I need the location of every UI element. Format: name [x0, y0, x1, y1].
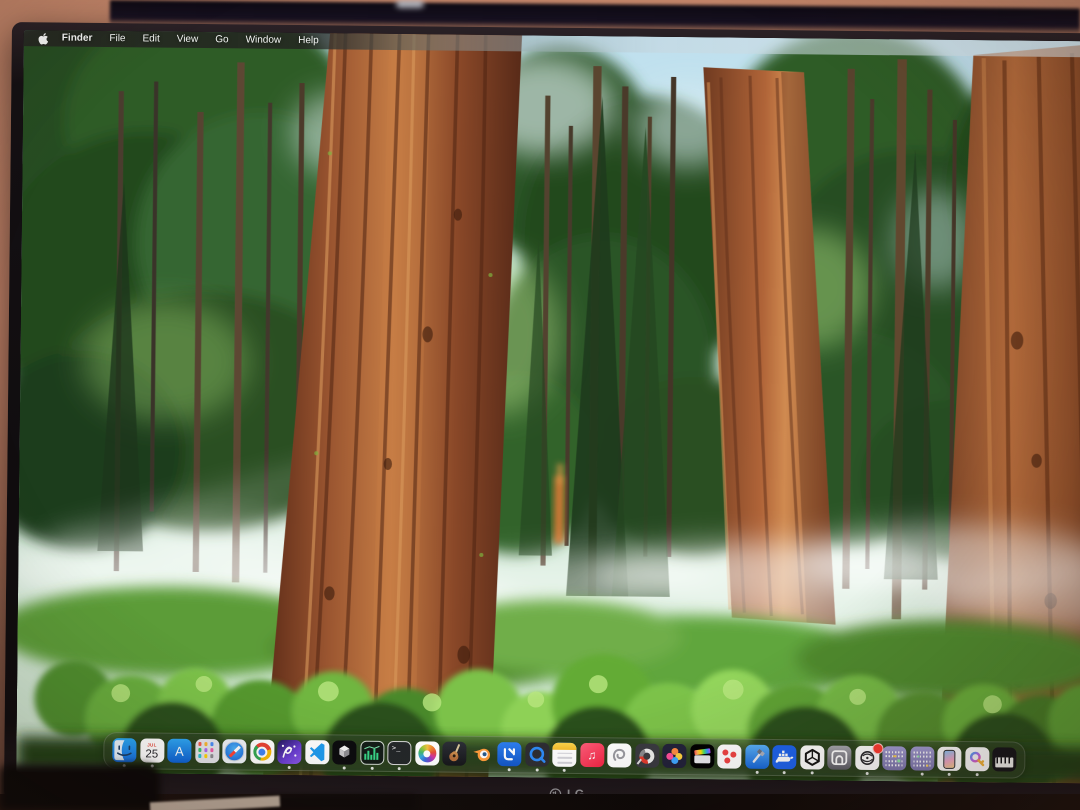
dock-item-photos[interactable] — [415, 741, 439, 765]
notes-icon — [552, 743, 576, 767]
dock-item-terminal-monitor[interactable] — [360, 741, 384, 765]
app-store-icon: A — [167, 739, 191, 763]
spiral-app-icon — [607, 743, 631, 767]
purple-scribble-app-icon — [277, 740, 301, 764]
dock-item-davinci-resolve[interactable] — [662, 744, 686, 768]
running-indicator — [563, 768, 566, 771]
dock-item-xcode[interactable] — [745, 745, 769, 769]
running-indicator — [398, 767, 401, 770]
quicktime-icon — [525, 742, 549, 766]
dock-item-iphone-mirroring[interactable] — [937, 747, 961, 771]
desk-object — [0, 764, 160, 810]
menu-item-help[interactable]: Help — [298, 33, 319, 49]
chatgpt-icon — [800, 745, 824, 769]
running-indicator — [865, 771, 868, 774]
dock-item-quicktime[interactable] — [525, 742, 549, 766]
photo-of-monitor: Finder File Edit View Go Window Help — [0, 0, 1080, 810]
passwords-icon — [965, 747, 989, 771]
terminal-prompt-glyph: >_ — [392, 745, 401, 752]
dock-item-launchpad[interactable] — [195, 739, 219, 763]
piano-keys-icon — [992, 747, 1016, 771]
garageband-icon — [442, 742, 466, 766]
menu-item-edit[interactable]: Edit — [142, 31, 159, 47]
photos-icon — [415, 741, 439, 765]
dock-item-antigravity[interactable] — [277, 740, 301, 764]
finder-icon — [112, 738, 136, 762]
dock-item-arch-frame-app[interactable] — [827, 746, 851, 770]
dock-item-ascii-app-2[interactable] — [910, 746, 934, 770]
dock-item-cura[interactable] — [497, 742, 521, 766]
dock-item-piano[interactable] — [992, 747, 1016, 771]
dock-item-spiral-app[interactable] — [607, 743, 631, 767]
blender-icon — [470, 742, 494, 766]
launchpad-icon — [195, 739, 219, 763]
menu-item-go[interactable]: Go — [215, 32, 229, 48]
vscode-icon — [305, 740, 329, 764]
running-indicator — [288, 765, 291, 768]
running-indicator — [508, 768, 511, 771]
dock-item-terminal[interactable]: >_ — [387, 741, 411, 765]
running-indicator — [810, 771, 813, 774]
dock-item-vscode[interactable] — [305, 740, 329, 764]
menu-item-file[interactable]: File — [109, 31, 125, 47]
dock-item-cube-app[interactable] — [332, 740, 356, 764]
music-icon: ♫ — [580, 743, 604, 767]
calendar-day: 25 — [145, 749, 158, 761]
apple-logo-icon — [38, 32, 49, 45]
dock-item-ascii-app-1[interactable] — [882, 746, 906, 770]
dock-item-calendar[interactable]: JUL 25 — [140, 738, 164, 762]
macos-desktop-screen: Finder File Edit View Go Window Help — [16, 30, 1080, 783]
davinci-resolve-icon — [662, 744, 686, 768]
chrome-icon — [250, 740, 274, 764]
apple-menu[interactable] — [38, 32, 49, 45]
running-indicator — [343, 766, 346, 769]
dock-item-blender[interactable] — [470, 742, 494, 766]
terminal-prompt-app-icon: >_ — [387, 741, 411, 765]
blue-slicer-app-icon — [497, 742, 521, 766]
dock-item-atlas[interactable] — [855, 746, 879, 770]
dock-item-chatgpt[interactable] — [800, 745, 824, 769]
terminal-graph-app-icon — [360, 741, 384, 765]
dock-item-finder[interactable] — [112, 738, 136, 762]
menu-item-finder[interactable]: Finder — [62, 31, 93, 47]
lg-monitor: Finder File Edit View Go Window Help — [4, 22, 1080, 810]
running-indicator — [783, 771, 786, 774]
running-indicator — [370, 766, 373, 769]
dock-item-chrome[interactable] — [250, 740, 274, 764]
dock-item-safari[interactable] — [222, 739, 246, 763]
dock-item-passwords[interactable] — [965, 747, 989, 771]
calendar-icon: JUL 25 — [140, 738, 164, 762]
dock-item-final-cut[interactable] — [690, 744, 714, 768]
dock-item-docker[interactable] — [772, 745, 796, 769]
running-indicator — [948, 772, 951, 775]
dock-item-red-dots-app[interactable] — [717, 744, 741, 768]
arch-frame-app-icon — [827, 746, 851, 770]
calendar-month: JUL — [147, 743, 156, 748]
cube-3d-app-icon — [332, 740, 356, 764]
red-dots-app-icon — [717, 744, 741, 768]
desk-object — [265, 795, 415, 810]
desktop-wallpaper[interactable] — [16, 30, 1080, 783]
iphone-mirroring-icon — [937, 747, 961, 771]
dock-item-ring-app[interactable] — [635, 744, 659, 768]
xcode-icon — [745, 745, 769, 769]
dock-item-garageband[interactable] — [442, 742, 466, 766]
safari-icon — [222, 739, 246, 763]
dock-item-app-store[interactable]: A — [167, 739, 191, 763]
running-indicator — [755, 770, 758, 773]
notification-badge — [872, 743, 883, 754]
dock-item-notes[interactable] — [552, 743, 576, 767]
docker-icon — [772, 745, 796, 769]
menu-item-window[interactable]: Window — [246, 32, 282, 48]
running-indicator — [975, 773, 978, 776]
menu-item-view[interactable]: View — [177, 32, 199, 48]
ascii-tiles-app-icon — [910, 746, 934, 770]
running-indicator — [535, 768, 538, 771]
background-light-smudge — [396, 0, 424, 8]
running-indicator — [920, 772, 923, 775]
donut-ring-app-icon — [635, 744, 659, 768]
ascii-tiles-app-icon — [882, 746, 906, 770]
final-cut-icon — [690, 744, 714, 768]
dock-item-music[interactable]: ♫ — [580, 743, 604, 767]
